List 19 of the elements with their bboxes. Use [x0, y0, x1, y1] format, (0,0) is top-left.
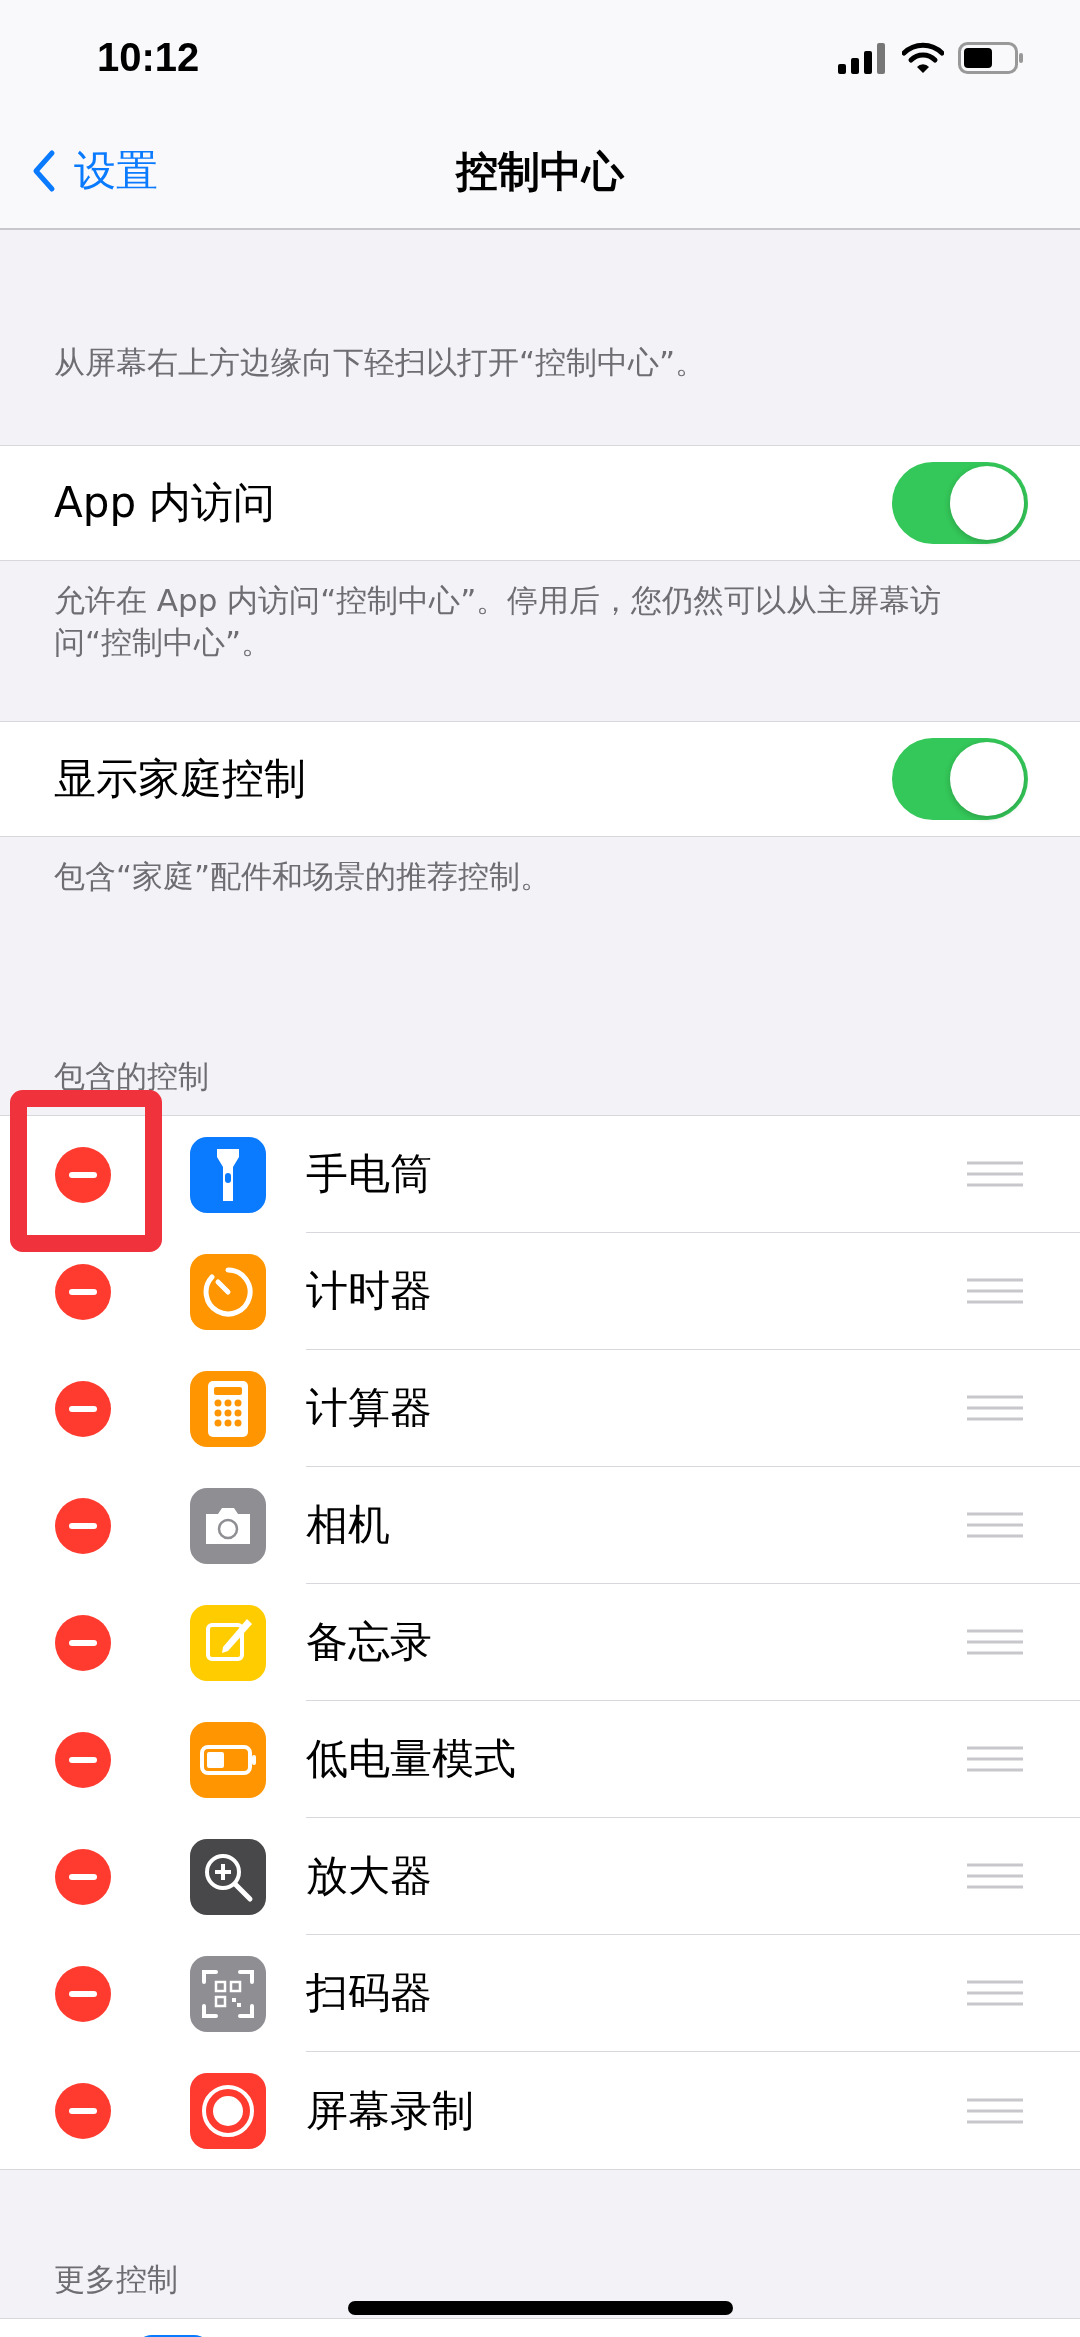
- control-label: 计时器: [306, 1265, 432, 1317]
- footer-text: 包含“家庭”配件和场景的推荐控制。: [54, 858, 552, 894]
- control-label: 放大器: [306, 1850, 432, 1902]
- page-title: 控制中心: [456, 145, 624, 198]
- setting-label: 显示家庭控制: [54, 753, 306, 805]
- control-label: 相机: [306, 1499, 390, 1551]
- footer-text: 允许在 App 内访问“控制中心”。停用后，您仍然可以从主屏幕访问“控制中心”。: [54, 582, 942, 660]
- control-label: 手电筒: [306, 1148, 432, 1200]
- status-time: 10:12: [97, 35, 200, 80]
- control-label: 屏幕录制: [306, 2084, 474, 2137]
- section-header: 更多控制: [54, 2261, 178, 2297]
- control-label: 备忘录: [306, 1616, 432, 1668]
- description-text: 从屏幕右上方边缘向下轻扫以打开“控制中心”。: [54, 344, 707, 380]
- setting-label: App 内访问: [54, 477, 276, 529]
- control-label: 扫码器: [306, 1967, 432, 2019]
- section-header: 包含的控制: [54, 1058, 209, 1094]
- back-button[interactable]: 设置: [32, 143, 158, 199]
- control-label: 计算器: [306, 1382, 432, 1434]
- control-label: 低电量模式: [306, 1733, 516, 1785]
